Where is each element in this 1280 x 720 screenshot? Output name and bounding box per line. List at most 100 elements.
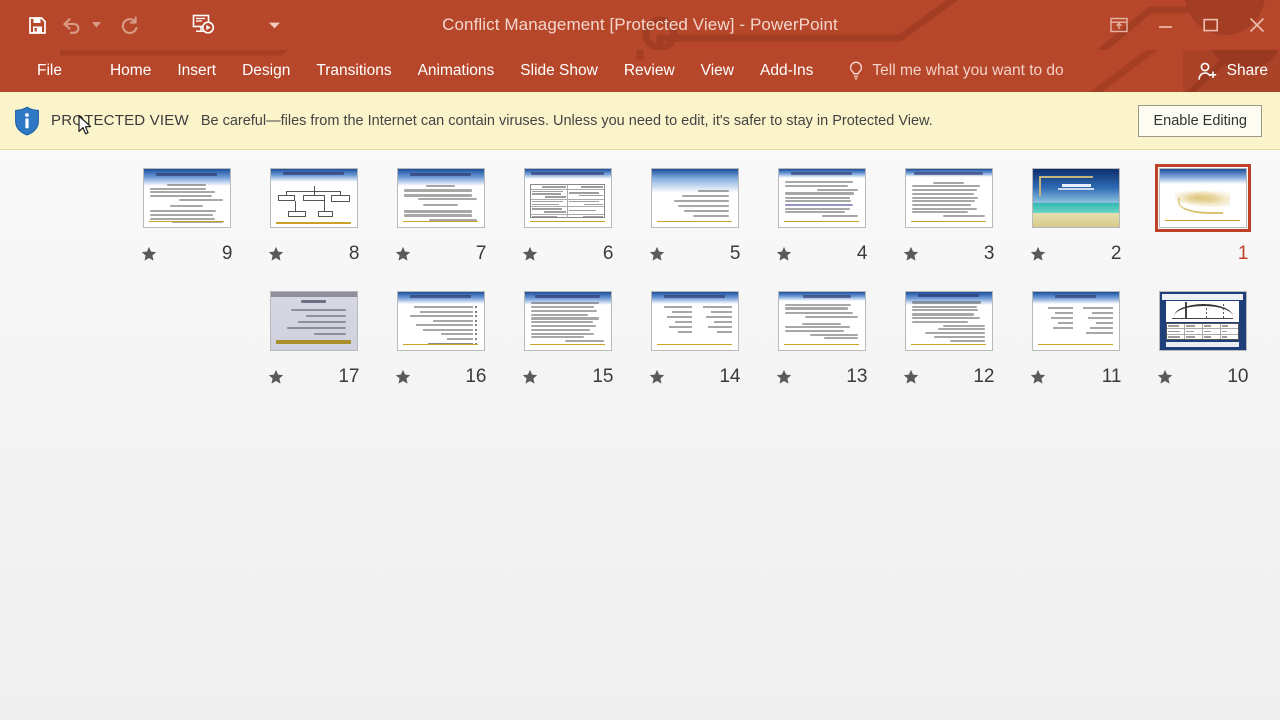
quick-access-toolbar <box>0 0 282 50</box>
slide-number: 10 <box>1227 366 1249 387</box>
slide-thumbnail-frame <box>774 164 870 232</box>
star-icon[interactable] <box>649 246 665 262</box>
slide-thumbnail-10[interactable]: 10 <box>1139 287 1266 392</box>
slide-thumbnail-6[interactable]: 6 <box>504 164 631 269</box>
slide-thumbnail-frame <box>774 287 870 355</box>
slide-meta: 1 <box>1155 244 1251 263</box>
undo-dropdown-icon[interactable] <box>88 8 104 42</box>
slide-thumbnail-5[interactable]: 5 <box>631 164 758 269</box>
slide-sorter-pane: 9 8 7 6 5 4 3 2 1 17 16 15 14 13 12 11 1… <box>0 150 1280 720</box>
slide-thumbnail-8[interactable]: 8 <box>250 164 377 269</box>
slide-thumbnail-frame <box>901 164 997 232</box>
slide-number: 1 <box>1237 243 1249 264</box>
slide-thumbnail-17[interactable]: 17 <box>250 287 377 392</box>
tab-view[interactable]: View <box>688 50 747 92</box>
slide-thumbnail-15[interactable]: 15 <box>504 287 631 392</box>
info-shield-icon <box>12 106 42 136</box>
slide-thumbnail-9[interactable]: 9 <box>123 164 250 269</box>
slide-preview <box>650 291 739 351</box>
slide-row-2: 17 16 15 14 13 12 11 10 <box>0 287 1280 392</box>
save-icon[interactable] <box>20 8 54 42</box>
slide-thumbnail-frame <box>139 164 235 232</box>
slide-preview <box>396 291 485 351</box>
star-icon[interactable] <box>1030 369 1046 385</box>
slide-meta: 4 <box>774 244 870 263</box>
slide-meta: 5 <box>647 244 743 263</box>
tab-slide-show[interactable]: Slide Show <box>507 50 611 92</box>
slide-number: 5 <box>729 243 741 264</box>
slide-thumbnail-16[interactable]: 16 <box>377 287 504 392</box>
tab-review[interactable]: Review <box>611 50 688 92</box>
tell-me-box[interactable]: Tell me what you want to do <box>848 50 1064 92</box>
slide-number: 6 <box>602 243 614 264</box>
slide-number: 3 <box>983 243 995 264</box>
minimize-icon[interactable] <box>1142 2 1188 48</box>
slide-preview <box>1158 168 1247 228</box>
slide-meta: 9 <box>139 244 235 263</box>
slide-thumbnail-frame <box>1028 287 1124 355</box>
star-icon[interactable] <box>522 246 538 262</box>
slide-thumbnail-14[interactable]: 14 <box>631 287 758 392</box>
tab-design[interactable]: Design <box>229 50 303 92</box>
share-button[interactable]: Share <box>1182 50 1280 92</box>
star-icon[interactable] <box>776 246 792 262</box>
protected-view-message: Be careful—files from the Internet can c… <box>200 112 933 129</box>
tab-home[interactable]: Home <box>97 50 164 92</box>
star-icon[interactable] <box>903 246 919 262</box>
slide-thumbnail-11[interactable]: 11 <box>1012 287 1139 392</box>
ribbon-display-options-icon[interactable] <box>1096 2 1142 48</box>
slide-preview <box>1158 291 1247 351</box>
slide-thumbnail-3[interactable]: 3 <box>885 164 1012 269</box>
slide-meta: 12 <box>901 367 997 386</box>
slide-meta: 16 <box>393 367 489 386</box>
star-icon[interactable] <box>1157 369 1173 385</box>
slide-thumbnail-4[interactable]: 4 <box>758 164 885 269</box>
star-icon[interactable] <box>1030 246 1046 262</box>
star-icon[interactable] <box>268 369 284 385</box>
tab-add-ins[interactable]: Add-Ins <box>747 50 826 92</box>
start-from-beginning-icon[interactable] <box>186 8 220 42</box>
tab-transitions[interactable]: Transitions <box>303 50 404 92</box>
customize-quick-access-toolbar-icon[interactable] <box>266 8 282 42</box>
tab-file[interactable]: File <box>24 50 75 92</box>
star-icon[interactable] <box>395 246 411 262</box>
star-icon[interactable] <box>649 369 665 385</box>
slide-meta: 3 <box>901 244 997 263</box>
slide-preview <box>777 168 866 228</box>
slide-number: 15 <box>592 366 614 387</box>
star-icon[interactable] <box>522 369 538 385</box>
star-icon[interactable] <box>141 246 157 262</box>
star-icon[interactable] <box>268 246 284 262</box>
slide-thumbnail-2[interactable]: 2 <box>1012 164 1139 269</box>
star-icon[interactable] <box>395 369 411 385</box>
slide-meta: 10 <box>1155 367 1251 386</box>
slide-thumbnail-frame <box>1155 287 1251 355</box>
slide-thumbnail-12[interactable]: 12 <box>885 287 1012 392</box>
restore-icon[interactable] <box>1188 2 1234 48</box>
close-icon[interactable] <box>1234 2 1280 48</box>
ribbon-tabs: File Home Insert Design Transitions Anim… <box>0 50 826 92</box>
star-icon[interactable] <box>903 369 919 385</box>
slide-thumbnail-7[interactable]: 7 <box>377 164 504 269</box>
slide-preview <box>904 168 993 228</box>
slide-thumbnail-1[interactable]: 1 <box>1139 164 1266 269</box>
slide-preview <box>269 291 358 351</box>
slide-number: 4 <box>856 243 868 264</box>
undo-icon[interactable] <box>54 8 88 42</box>
enable-editing-button[interactable]: Enable Editing <box>1138 104 1262 137</box>
slide-number: 9 <box>221 243 233 264</box>
slide-preview <box>904 291 993 351</box>
slide-number: 13 <box>846 366 868 387</box>
tab-insert[interactable]: Insert <box>164 50 229 92</box>
redo-icon[interactable] <box>112 8 146 42</box>
slide-number: 16 <box>465 366 487 387</box>
slide-meta: 15 <box>520 367 616 386</box>
slide-meta: 8 <box>266 244 362 263</box>
star-icon[interactable] <box>776 369 792 385</box>
slide-meta: 14 <box>647 367 743 386</box>
slide-number: 2 <box>1110 243 1122 264</box>
tab-animations[interactable]: Animations <box>405 50 508 92</box>
slide-thumbnail-13[interactable]: 13 <box>758 287 885 392</box>
slide-thumbnail-frame <box>393 287 489 355</box>
slide-preview <box>523 291 612 351</box>
